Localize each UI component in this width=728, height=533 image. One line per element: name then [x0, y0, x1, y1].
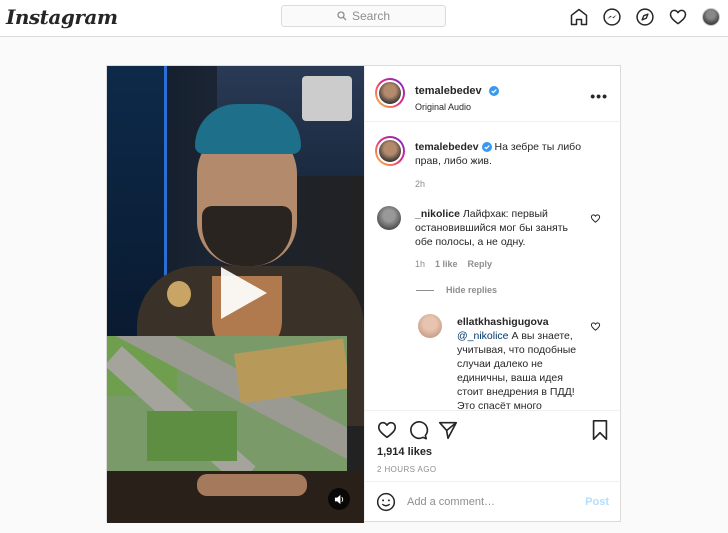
author-avatar[interactable] — [375, 78, 405, 108]
comments-list: temalebedev На зебре ты либо прав, либо … — [365, 123, 622, 409]
caption: temalebedev На зебре ты либо прав, либо … — [415, 140, 595, 168]
search-input[interactable]: Search — [281, 5, 446, 27]
likes-count[interactable]: 1,914 likes — [377, 446, 432, 458]
comment-avatar[interactable] — [377, 206, 401, 230]
verified-badge-icon — [481, 142, 492, 152]
search-icon — [337, 11, 347, 21]
comment-time[interactable]: 1h — [415, 259, 425, 269]
save-icon[interactable] — [590, 419, 610, 441]
more-options-icon[interactable]: ••• — [590, 88, 608, 104]
comment-input[interactable]: Add a comment… — [407, 496, 495, 508]
comment-meta: 1h 1 like Reply — [415, 259, 492, 269]
post-actions: 1,914 likes 2 HOURS AGO — [365, 410, 622, 480]
hide-replies-button[interactable]: Hide replies — [416, 285, 497, 295]
author-username[interactable]: temalebedev — [415, 85, 482, 97]
post-comment-button[interactable]: Post — [585, 496, 609, 508]
volume-icon[interactable] — [328, 488, 350, 510]
comment-reply-button[interactable]: Reply — [468, 259, 493, 269]
instagram-logo[interactable]: Instagram — [6, 5, 118, 29]
comment-likes[interactable]: 1 like — [435, 259, 458, 269]
comment-icon[interactable] — [407, 419, 429, 441]
post-timestamp[interactable]: 2 HOURS AGO — [377, 465, 437, 474]
reply-username[interactable]: ellatkhashigugova — [457, 316, 549, 328]
reply-text: ellatkhashigugova @_nikolice А вы знаете… — [457, 316, 577, 409]
reply-mention[interactable]: @_nikolice — [457, 330, 509, 342]
play-icon[interactable] — [211, 263, 271, 323]
caption-username[interactable]: temalebedev — [415, 141, 479, 153]
messenger-icon[interactable] — [601, 6, 623, 28]
home-icon[interactable] — [568, 6, 590, 28]
explore-icon[interactable] — [634, 6, 656, 28]
post-card: temalebedev Original Audio ••• temalebed… — [106, 65, 622, 523]
reply-avatar[interactable] — [418, 314, 442, 338]
comment-like-icon[interactable] — [590, 213, 601, 224]
emoji-icon[interactable] — [376, 492, 396, 512]
add-comment-bar: Add a comment… Post — [365, 481, 622, 523]
verified-badge-icon — [489, 86, 500, 96]
search-placeholder: Search — [351, 9, 391, 23]
post-video[interactable] — [107, 66, 364, 523]
post-sidebar: temalebedev Original Audio ••• temalebed… — [364, 66, 622, 523]
caption-time[interactable]: 2h — [415, 179, 425, 189]
share-icon[interactable] — [437, 419, 459, 441]
video-inset-aerial — [107, 336, 347, 471]
top-nav: Instagram Search — [0, 0, 728, 37]
comment-text: _nikolice Лайфхак: первый остановившийся… — [415, 208, 568, 248]
heart-icon[interactable] — [667, 6, 689, 28]
post-header: temalebedev Original Audio ••• — [365, 66, 622, 122]
audio-label[interactable]: Original Audio — [415, 102, 499, 112]
like-icon[interactable] — [376, 419, 398, 441]
profile-avatar[interactable] — [700, 6, 722, 28]
caption-avatar[interactable] — [375, 136, 405, 166]
reply-like-icon[interactable] — [590, 321, 601, 332]
comment-username[interactable]: _nikolice — [415, 208, 460, 220]
